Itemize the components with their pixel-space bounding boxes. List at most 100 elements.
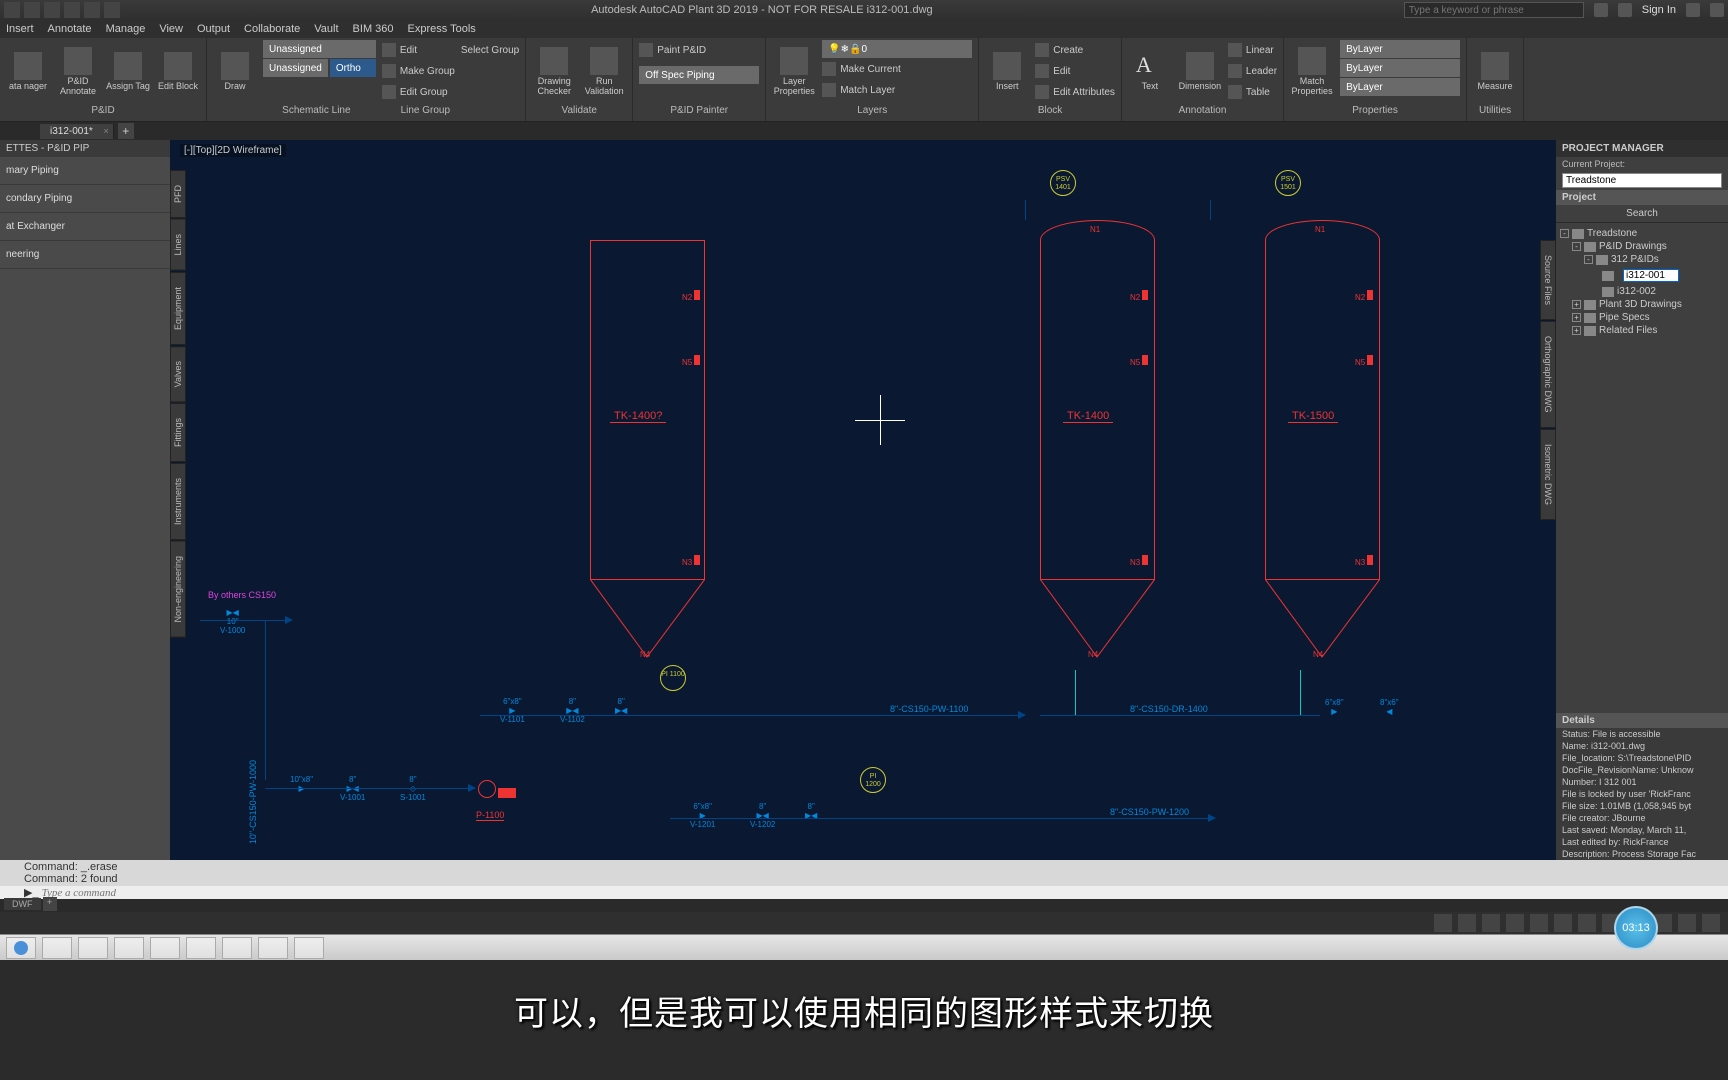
linetype-bylayer-dropdown[interactable]: ByLayer	[1340, 59, 1460, 77]
tree-rename-input[interactable]	[1623, 269, 1679, 282]
exchange-icon[interactable]	[1686, 3, 1700, 17]
infocenter-icon[interactable]	[1594, 3, 1608, 17]
taskbar-app-icon[interactable]	[78, 937, 108, 959]
paint-pid-button[interactable]: Paint P&ID	[639, 40, 759, 60]
taskbar-powerpoint-icon[interactable]	[258, 937, 288, 959]
start-button[interactable]	[6, 937, 36, 959]
new-tab-button[interactable]: +	[118, 123, 134, 139]
palette-item[interactable]: condary Piping	[0, 185, 170, 213]
new-icon[interactable]	[24, 2, 40, 18]
pump-p1100[interactable]	[478, 780, 518, 800]
tab-ortho-dwg[interactable]: Orthographic DWG	[1540, 321, 1556, 428]
help-icon[interactable]	[1710, 3, 1724, 17]
drain-line[interactable]	[1075, 670, 1076, 715]
pi-instrument[interactable]: PI 1100	[660, 665, 686, 691]
unassigned-dropdown-2[interactable]: Unassigned	[263, 59, 328, 77]
model-space-toggle[interactable]	[1434, 914, 1452, 932]
tank-tk1500[interactable]	[1265, 220, 1380, 662]
pm-search[interactable]: Search	[1556, 205, 1728, 223]
tree-plant3d-drawings[interactable]: +Plant 3D Drawings	[1558, 298, 1726, 311]
linear-button[interactable]: Linear	[1228, 40, 1277, 60]
undo-icon[interactable]	[84, 2, 100, 18]
taskbar-app-icon[interactable]	[294, 937, 324, 959]
offspec-piping-dropdown[interactable]: Off Spec Piping	[639, 66, 759, 84]
block-insert-button[interactable]: Insert	[985, 40, 1029, 104]
dimension-button[interactable]: Dimension	[1178, 40, 1222, 104]
taskbar-explorer-icon[interactable]	[42, 937, 72, 959]
layout-tab[interactable]: DWF	[4, 898, 41, 910]
assign-tag-button[interactable]: Assign Tag	[106, 40, 150, 104]
snap-toggle[interactable]	[1482, 914, 1500, 932]
color-bylayer-dropdown[interactable]: ByLayer	[1340, 40, 1460, 58]
menu-vault[interactable]: Vault	[314, 23, 338, 35]
run-validation-button[interactable]: Run Validation	[582, 40, 626, 104]
pipe-line[interactable]	[265, 620, 266, 780]
block-create-button[interactable]: Create	[1035, 40, 1115, 60]
valve[interactable]: ▶◀10"V-1000	[220, 608, 245, 635]
tree-drawing-i312-002[interactable]: i312-002	[1558, 285, 1726, 298]
pm-project-dropdown[interactable]	[1562, 173, 1722, 188]
viewport-label[interactable]: [-][Top][2D Wireframe]	[180, 144, 286, 157]
data-manager-button[interactable]: ata nager	[6, 40, 50, 104]
command-input[interactable]	[42, 887, 1722, 899]
tab-iso-dwg[interactable]: Isometric DWG	[1540, 429, 1556, 520]
tab-source-files[interactable]: Source Files	[1540, 240, 1556, 320]
edit-attributes-button[interactable]: Edit Attributes	[1035, 82, 1115, 102]
open-icon[interactable]	[44, 2, 60, 18]
tree-pipe-specs[interactable]: +Pipe Specs	[1558, 311, 1726, 324]
drawing-canvas[interactable]: [-][Top][2D Wireframe] PFD Lines Equipme…	[170, 140, 1556, 860]
taskbar-autocad-icon[interactable]	[186, 937, 216, 959]
sign-in-link[interactable]: Sign In	[1642, 4, 1676, 16]
taskbar-autocad-icon[interactable]	[222, 937, 252, 959]
tab-pfd[interactable]: PFD	[170, 170, 186, 218]
tree-drawing-i312-001[interactable]	[1558, 266, 1726, 285]
match-properties-button[interactable]: Match Properties	[1290, 40, 1334, 104]
user-icon[interactable]	[1618, 3, 1632, 17]
psv-instrument[interactable]: PSV 1401	[1050, 170, 1076, 196]
otrack-toggle[interactable]	[1578, 914, 1596, 932]
tree-312-pids[interactable]: -312 P&IDs	[1558, 253, 1726, 266]
pipe-line[interactable]	[1210, 200, 1211, 220]
valve[interactable]: 8"▶◀	[615, 697, 627, 715]
pipe-line[interactable]	[1040, 715, 1320, 716]
osnap-toggle[interactable]	[1554, 914, 1572, 932]
select-group-button[interactable]: Select Group	[461, 40, 519, 60]
reducer[interactable]: 10"x8"▶	[290, 775, 313, 793]
menu-bim360[interactable]: BIM 360	[353, 23, 394, 35]
tab-equipment[interactable]: Equipment	[170, 272, 186, 345]
tank-tk1400[interactable]	[1040, 220, 1155, 662]
pi-instrument[interactable]: PI 1200	[860, 767, 886, 793]
pipe-line[interactable]	[1025, 200, 1026, 220]
psv-instrument[interactable]: PSV 1501	[1275, 170, 1301, 196]
edit-group-button[interactable]: Edit Group	[382, 82, 455, 102]
palette-item[interactable]: neering	[0, 241, 170, 269]
pipe-line[interactable]	[480, 715, 1020, 716]
valve[interactable]: 8"▶◀V-1102	[560, 697, 585, 724]
polar-toggle[interactable]	[1530, 914, 1548, 932]
tab-lines[interactable]: Lines	[170, 219, 186, 271]
leader-button[interactable]: Leader	[1228, 61, 1277, 81]
reducer[interactable]: 8"x6"◀	[1380, 698, 1399, 716]
tab-nonengineering[interactable]: Non-engineering	[170, 541, 186, 638]
workspace-button[interactable]	[1678, 914, 1696, 932]
grid-toggle[interactable]	[1458, 914, 1476, 932]
close-icon[interactable]: ×	[104, 126, 109, 136]
tab-valves[interactable]: Valves	[170, 346, 186, 402]
draw-button[interactable]: Draw	[213, 40, 257, 104]
app-menu-icon[interactable]	[4, 2, 20, 18]
block-edit-button[interactable]: Edit	[1035, 61, 1115, 81]
match-layer-button[interactable]: Match Layer	[822, 80, 972, 100]
document-tab[interactable]: i312-001*×	[40, 124, 114, 139]
layer-properties-button[interactable]: Layer Properties	[772, 40, 816, 104]
pipe-line[interactable]	[265, 788, 475, 789]
ortho-toggle[interactable]	[1506, 914, 1524, 932]
lineweight-bylayer-dropdown[interactable]: ByLayer	[1340, 78, 1460, 96]
palette-item[interactable]: at Exchanger	[0, 213, 170, 241]
pid-annotate-button[interactable]: P&ID Annotate	[56, 40, 100, 104]
make-group-button[interactable]: Make Group	[382, 61, 455, 81]
help-search-input[interactable]	[1404, 2, 1584, 18]
menu-express-tools[interactable]: Express Tools	[408, 23, 476, 35]
drawing-checker-button[interactable]: Drawing Checker	[532, 40, 576, 104]
menu-output[interactable]: Output	[197, 23, 230, 35]
tree-pid-drawings[interactable]: -P&ID Drawings	[1558, 240, 1726, 253]
